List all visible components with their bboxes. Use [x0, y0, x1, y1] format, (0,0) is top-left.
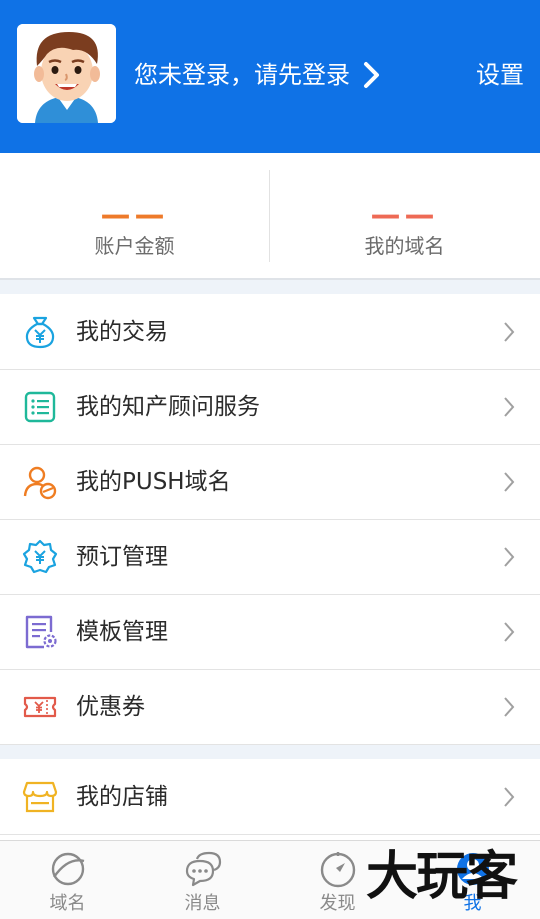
chevron-right-icon[interactable] — [358, 59, 384, 91]
menu-label: 我的PUSH域名 — [76, 469, 231, 495]
section-gap — [0, 280, 540, 294]
store-icon — [22, 781, 58, 813]
chevron-right-icon — [504, 472, 515, 492]
avatar[interactable] — [17, 24, 116, 123]
my-domains-value: —— — [370, 198, 439, 233]
profile-header: 您未登录，请先登录 设置 — [0, 0, 540, 153]
cartoon-avatar-icon — [17, 24, 116, 123]
tab-domains[interactable]: 域名 — [0, 841, 135, 919]
menu-label: 模板管理 — [76, 619, 168, 645]
my-domains-label: 我的域名 — [364, 234, 445, 258]
menu-item-my-store[interactable]: 我的店铺 — [0, 760, 540, 835]
chevron-right-icon — [504, 787, 515, 807]
tab-label: 域名 — [49, 893, 86, 914]
user-exchange-icon — [23, 466, 57, 500]
chevron-right-icon — [504, 697, 515, 717]
template-settings-icon — [25, 615, 57, 649]
menu-label: 优惠券 — [76, 694, 145, 720]
tab-label: 消息 — [184, 893, 221, 914]
account-balance[interactable]: —— 账户金额 — [0, 153, 269, 279]
chevron-right-icon — [504, 322, 515, 342]
compass-icon — [320, 852, 356, 888]
my-domains[interactable]: —— 我的域名 — [270, 153, 539, 279]
settings-button[interactable]: 设置 — [470, 57, 524, 93]
account-balance-label: 账户金额 — [94, 234, 175, 258]
menu-item-coupons[interactable]: 优惠券 — [0, 670, 540, 745]
menu-label: 我的店铺 — [76, 784, 168, 810]
coupon-icon — [23, 696, 57, 718]
money-bag-icon — [25, 316, 55, 349]
gear-yen-icon — [22, 539, 58, 574]
chevron-right-icon — [504, 622, 515, 642]
menu-label: 预订管理 — [76, 544, 168, 570]
tab-messages[interactable]: 消息 — [135, 841, 270, 919]
account-balance-value: —— — [100, 198, 169, 233]
menu-item-push-domains[interactable]: 我的PUSH域名 — [0, 445, 540, 520]
menu-item-templates[interactable]: 模板管理 — [0, 595, 540, 670]
menu-item-reservations[interactable]: 预订管理 — [0, 520, 540, 595]
chat-bubbles-icon — [185, 851, 222, 887]
menu-item-my-trades[interactable]: 我的交易 — [0, 295, 540, 370]
login-prompt[interactable]: 您未登录，请先登录 — [134, 57, 350, 93]
section-gap — [0, 745, 540, 759]
menu-item-ip-advisory[interactable]: 我的知产顾问服务 — [0, 370, 540, 445]
list-document-icon — [24, 391, 56, 423]
account-stats: —— 账户金额 —— 我的域名 — [0, 153, 540, 279]
watermark-logo: 大玩客 — [366, 846, 518, 907]
planet-icon — [51, 852, 85, 886]
chevron-right-icon — [504, 547, 515, 567]
chevron-right-icon — [504, 397, 515, 417]
menu-label: 我的知产顾问服务 — [76, 394, 260, 420]
menu-label: 我的交易 — [76, 319, 168, 345]
